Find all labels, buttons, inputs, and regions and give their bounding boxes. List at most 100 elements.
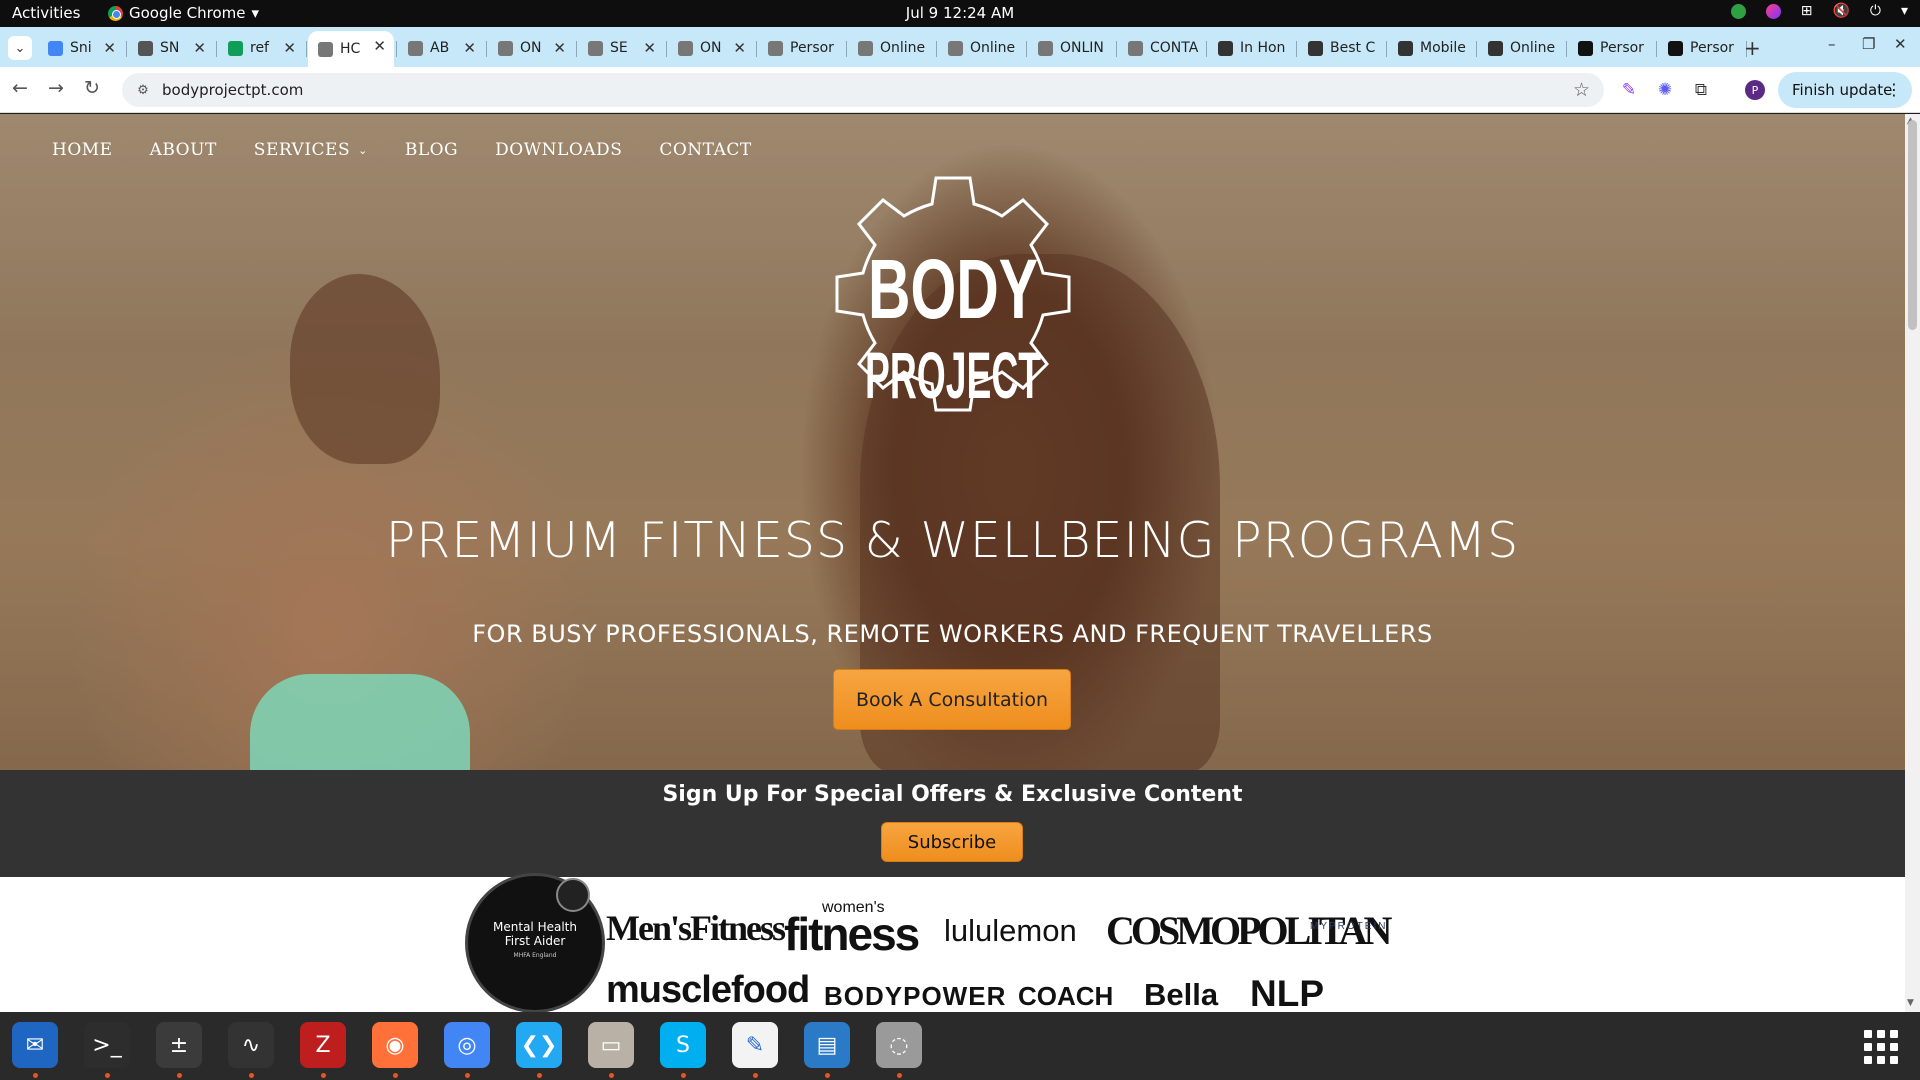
forward-button[interactable]: → (48, 77, 64, 99)
chevron-down-icon: ⌄ (358, 143, 368, 157)
thunderbird-icon[interactable]: ✉ (12, 1022, 58, 1068)
finish-update-button[interactable]: Finish update ⋮ (1778, 72, 1912, 108)
browser-tab[interactable]: ref ✕ (218, 33, 304, 63)
browser-tab[interactable]: Online (848, 33, 934, 63)
tab-close-icon[interactable]: ✕ (103, 39, 116, 57)
fs-icon (1668, 40, 1683, 56)
fs-icon (1578, 40, 1593, 56)
signup-banner: Sign Up For Special Offers & Exclusive C… (0, 770, 1905, 877)
profile-avatar[interactable]: P (1745, 80, 1765, 100)
scroll-down-icon[interactable]: ▼ (1907, 998, 1914, 1008)
nav-home[interactable]: HOME (52, 140, 113, 160)
text-editor-icon[interactable]: ✎ (732, 1022, 778, 1068)
tab-separator (576, 41, 577, 57)
kebab-menu-icon[interactable]: ⋮ (1886, 80, 1902, 99)
power-icon[interactable]: ⏻ (1870, 4, 1881, 19)
browser-tab[interactable]: Online (1478, 33, 1564, 63)
volume-muted-icon[interactable]: 🔇 (1832, 4, 1849, 19)
mhfa-line1: Mental Health (493, 920, 577, 934)
vscode-icon[interactable]: ❮❯ (516, 1022, 562, 1068)
mhfa-line3: MHFA England (513, 952, 557, 959)
app-indicator-icon[interactable] (1765, 4, 1781, 19)
nav-about[interactable]: ABOUT (150, 140, 217, 160)
browser-tab[interactable]: Best C (1298, 33, 1384, 63)
firefox-icon[interactable]: ◉ (372, 1022, 418, 1068)
back-button[interactable]: ← (12, 77, 28, 99)
shield-check-icon[interactable] (1730, 4, 1746, 19)
new-tab-button[interactable]: + (1744, 36, 1761, 60)
show-apps-grid-icon[interactable] (1864, 1030, 1898, 1064)
lululemon-logo: lululemon (944, 913, 1077, 948)
restore-icon[interactable]: ❐ (1862, 35, 1875, 53)
extensions-puzzle-icon[interactable]: ⧉ (1690, 79, 1712, 101)
calculator-icon[interactable]: ± (156, 1022, 202, 1068)
terminal-icon[interactable]: >_ (84, 1022, 130, 1068)
skype-icon[interactable]: S (660, 1022, 706, 1068)
close-window-icon[interactable]: ✕ (1894, 35, 1907, 53)
running-indicator (33, 1073, 38, 1078)
libreoffice-writer-icon[interactable]: ▤ (804, 1022, 850, 1068)
tab-title: ON (700, 40, 722, 56)
browser-tab[interactable]: SN ✕ (128, 33, 214, 63)
url-text[interactable]: bodyprojectpt.com (162, 81, 303, 99)
browser-tab[interactable]: Mobile (1388, 33, 1474, 63)
gear-extension-icon[interactable]: ✺ (1654, 79, 1676, 101)
tab-search-button[interactable]: ⌄ (8, 36, 32, 60)
tab-close-icon[interactable]: ✕ (733, 39, 746, 57)
minimize-icon[interactable]: – (1828, 35, 1836, 53)
nav-blog[interactable]: BLOG (405, 140, 458, 160)
pen-extension-icon[interactable]: ✎ (1618, 79, 1640, 101)
files-icon[interactable]: ▭ (588, 1022, 634, 1068)
scrollbar-thumb[interactable] (1908, 120, 1917, 330)
body-project-logo[interactable]: BODY PROJECT (812, 172, 1094, 454)
myprotein-logo: MYPROTEIN (1310, 921, 1388, 932)
dataset-icon (138, 40, 153, 56)
mhfa-title: Mental Health First Aider (468, 920, 602, 948)
womens-fitness-logo: fitness (784, 908, 920, 960)
filezilla-icon[interactable]: Z (300, 1022, 346, 1068)
page-scrollbar[interactable]: ▲ ▼ (1905, 114, 1920, 1012)
network-icon[interactable]: ⊞ (1801, 4, 1813, 19)
browser-tab[interactable]: SE ✕ (578, 33, 664, 63)
tab-close-icon[interactable]: ✕ (643, 39, 656, 57)
browser-tab[interactable]: CONTA (1118, 33, 1204, 63)
disks-icon[interactable]: ◌ (876, 1022, 922, 1068)
tab-title: In Hon (1240, 40, 1286, 56)
tab-close-icon[interactable]: ✕ (373, 37, 386, 55)
chevron-down-icon[interactable]: ▾ (1901, 4, 1908, 19)
browser-tab[interactable]: In Hon (1208, 33, 1294, 63)
tab-close-icon[interactable]: ✕ (553, 39, 566, 57)
chrome-icon[interactable]: ◎ (444, 1022, 490, 1068)
bookmark-star-icon[interactable]: ☆ (1573, 79, 1590, 101)
tab-close-icon[interactable]: ✕ (193, 39, 206, 57)
book-consultation-button[interactable]: Book A Consultation (833, 669, 1071, 730)
site-info-icon[interactable]: ⚙ (134, 81, 152, 99)
browser-tab[interactable]: Sni ✕ (38, 33, 124, 63)
browser-tab[interactable]: ON ✕ (668, 33, 754, 63)
browser-tab[interactable]: Persor (758, 33, 844, 63)
tab-close-icon[interactable]: ✕ (283, 39, 296, 57)
nav-downloads[interactable]: DOWNLOADS (495, 140, 622, 160)
nav-services[interactable]: SERVICES ⌄ (254, 140, 368, 160)
browser-tab[interactable]: AB ✕ (398, 33, 484, 63)
browser-tab[interactable]: HC ✕ (308, 31, 394, 67)
browser-tab[interactable]: Persor (1568, 33, 1654, 63)
subscribe-button[interactable]: Subscribe (881, 822, 1023, 862)
ubuntu-dock: ✉ >_ ± ∿ Z ◉ ◎ ❮❯ ▭ S ✎ ▤ ◌ (0, 1012, 1920, 1080)
app-menu[interactable]: Google Chrome ▾ (108, 4, 259, 22)
reload-button[interactable]: ↻ (84, 77, 100, 99)
activities-button[interactable]: Activities (12, 4, 80, 22)
browser-tab[interactable]: ONLIN (1028, 33, 1114, 63)
nav-contact[interactable]: CONTACT (659, 140, 751, 160)
address-bar[interactable]: ⚙ bodyprojectpt.com ☆ (122, 73, 1604, 107)
system-tray[interactable]: ⊞ 🔇 ⏻ ▾ (1730, 4, 1908, 19)
running-indicator (753, 1073, 758, 1078)
running-indicator (609, 1073, 614, 1078)
tab-close-icon[interactable]: ✕ (463, 39, 476, 57)
browser-tab[interactable]: ON ✕ (488, 33, 574, 63)
browser-tab[interactable]: Persor (1658, 33, 1744, 63)
clock[interactable]: Jul 9 12:24 AM (906, 4, 1014, 22)
browser-tab[interactable]: Online (938, 33, 1024, 63)
tab-title: AB (430, 40, 450, 56)
system-monitor-icon[interactable]: ∿ (228, 1022, 274, 1068)
